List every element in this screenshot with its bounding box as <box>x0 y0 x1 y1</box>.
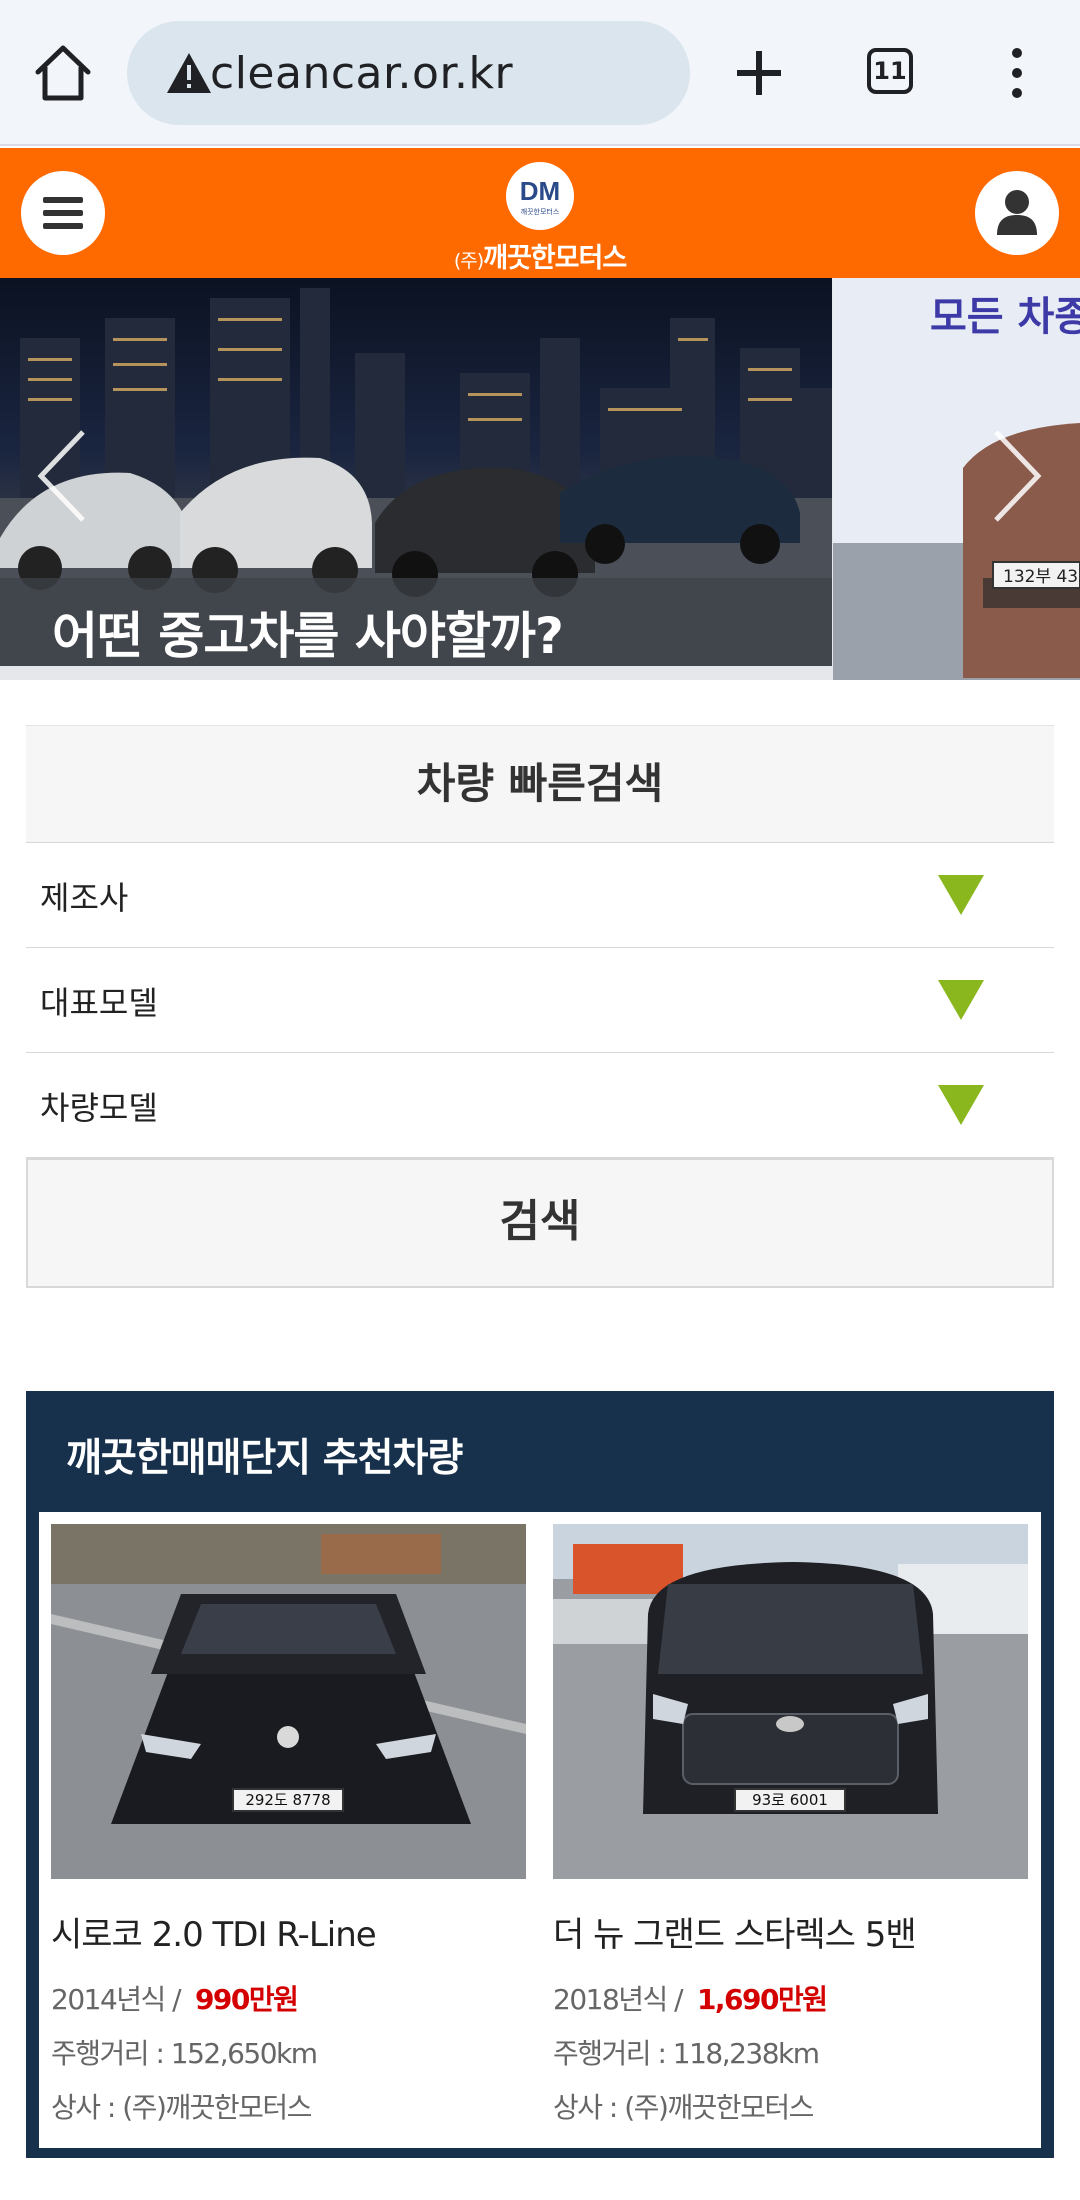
banner-carousel[interactable]: 어떤 중고차를 사야할까? 모든 차종 132부 435 <box>0 278 1080 680</box>
more-menu-icon[interactable] <box>1007 46 1027 100</box>
tab-switcher-button[interactable]: 11 <box>867 48 913 94</box>
warning-icon[interactable] <box>165 51 213 95</box>
car-price: 990만원 <box>194 1983 299 2016</box>
quick-search-title: 차량 빠른검색 <box>26 725 1054 843</box>
banner-slide-active[interactable]: 어떤 중고차를 사야할까? <box>0 278 832 666</box>
car-mileage: 주행거리 : 152,650km <box>51 2037 318 2070</box>
carousel-next-icon[interactable] <box>990 428 1044 528</box>
dropdown-triangle-icon <box>938 980 984 1020</box>
banner-caption: 어떤 중고차를 사야할까? <box>52 607 564 665</box>
recommended-list: 292도 8778 시로코 2.0 TDI R-Line 2014년식 / 99… <box>39 1512 1041 2148</box>
search-button[interactable]: 검색 <box>26 1158 1054 1288</box>
url-text: cleancar.or.kr <box>210 48 514 99</box>
car-card[interactable]: 292도 8778 시로코 2.0 TDI R-Line 2014년식 / 99… <box>51 1524 526 2126</box>
home-icon[interactable] <box>30 40 96 106</box>
car-photo[interactable]: 292도 8778 <box>51 1524 526 1879</box>
recommended-vehicles-section: 깨끗한매매단지 추천차량 292도 8778 시로코 2.0 TDI R-Lin… <box>26 1391 1054 2158</box>
address-bar[interactable]: cleancar.or.kr <box>127 21 690 125</box>
black-coupe-image: 292도 8778 <box>51 1524 526 1879</box>
hamburger-menu-icon[interactable] <box>21 171 105 255</box>
representative-model-label: 대표모델 <box>40 984 158 1022</box>
manufacturer-label: 제조사 <box>40 879 129 917</box>
browser-toolbar: cleancar.or.kr 11 <box>0 0 1080 146</box>
svg-text:깨끗한모터스: 깨끗한모터스 <box>521 207 560 216</box>
dropdown-triangle-icon <box>938 875 984 915</box>
svg-text:292도 8778: 292도 8778 <box>245 1791 330 1809</box>
black-van-image: 93로 6001 <box>553 1524 1028 1879</box>
recommended-title: 깨끗한매매단지 추천차량 <box>66 1436 463 1481</box>
car-name[interactable]: 시로코 2.0 TDI R-Line <box>51 1907 526 1956</box>
vehicle-model-label: 차량모델 <box>40 1089 158 1127</box>
new-tab-icon[interactable] <box>733 47 785 99</box>
car-photo[interactable]: 93로 6001 <box>553 1524 1028 1879</box>
carousel-prev-icon[interactable] <box>35 428 89 528</box>
site-logo[interactable]: DM 깨끗한모터스 (주)깨끗한모터스 <box>440 158 640 274</box>
vehicle-model-select[interactable]: 차량모델 <box>26 1053 1054 1158</box>
svg-text:DM: DM <box>520 176 560 206</box>
manufacturer-select[interactable]: 제조사 <box>26 843 1054 948</box>
car-mileage: 주행거리 : 118,238km <box>553 2037 820 2070</box>
logo-mark: DM 깨끗한모터스 <box>506 162 574 230</box>
car-year-price: 2018년식 / 1,690만원 <box>553 1978 1028 2018</box>
user-profile-icon[interactable] <box>975 171 1059 255</box>
car-card[interactable]: 93로 6001 더 뉴 그랜드 스타렉스 5밴 2018년식 / 1,690만… <box>553 1524 1028 2126</box>
car-year-price: 2014년식 / 990만원 <box>51 1978 526 2018</box>
car-year: 2018년식 / <box>553 1983 684 2016</box>
svg-text:132부 435: 132부 435 <box>1003 567 1080 587</box>
car-dealer: 상사 : (주)깨끗한모터스 <box>51 2091 312 2124</box>
car-name[interactable]: 더 뉴 그랜드 스타렉스 5밴 <box>553 1907 1028 1956</box>
svg-text:93로 6001: 93로 6001 <box>752 1791 828 1809</box>
site-header: DM 깨끗한모터스 (주)깨끗한모터스 <box>0 148 1080 278</box>
logo-text: (주)깨끗한모터스 <box>453 243 627 274</box>
car-price: 1,690만원 <box>696 1983 828 2016</box>
car-dealer: 상사 : (주)깨끗한모터스 <box>553 2091 814 2124</box>
representative-model-select[interactable]: 대표모델 <box>26 948 1054 1053</box>
dropdown-triangle-icon <box>938 1085 984 1125</box>
quick-search-panel: 차량 빠른검색 제조사 대표모델 차량모델 검색 <box>26 725 1054 1288</box>
car-year: 2014년식 / <box>51 1983 182 2016</box>
